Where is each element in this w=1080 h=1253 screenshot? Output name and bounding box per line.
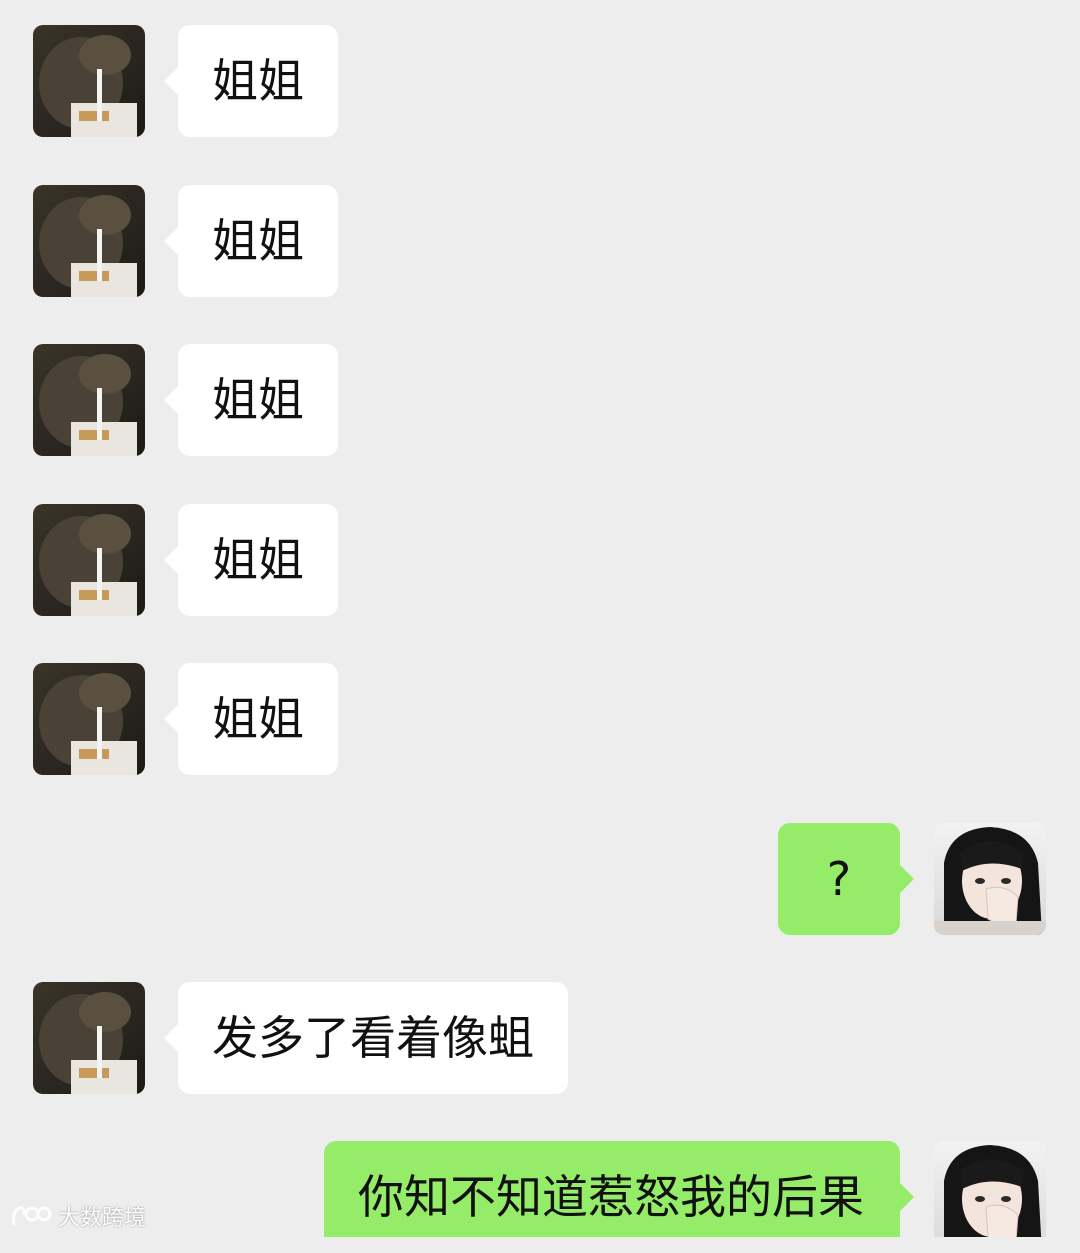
message-bubble[interactable]: 姐姐 xyxy=(164,663,338,775)
chat-view: 姐姐 姐姐 姐姐 姐姐 姐姐 ? 发多了看着像蛆 你知不知道惹怒我的后果 大数跨… xyxy=(0,0,1080,1237)
message-bubble[interactable]: 发多了看着像蛆 xyxy=(164,982,568,1094)
contact-avatar[interactable] xyxy=(33,344,145,456)
contact-avatar[interactable] xyxy=(33,185,145,297)
message-bubble[interactable]: 姐姐 xyxy=(164,185,338,297)
message-bubble[interactable]: 姐姐 xyxy=(164,504,338,616)
message-text: 姐姐 xyxy=(212,692,304,746)
my-avatar[interactable] xyxy=(934,823,1046,935)
message-text: 发多了看着像蛆 xyxy=(212,1011,534,1065)
message-bubble[interactable]: 姐姐 xyxy=(164,25,338,137)
watermark-text: 大数跨境 xyxy=(58,1206,147,1231)
my-avatar[interactable] xyxy=(934,1141,1046,1237)
message-row: 姐姐 xyxy=(0,0,1080,150)
contact-avatar[interactable] xyxy=(33,25,145,137)
watermark: 大数跨境 xyxy=(10,1200,146,1232)
watermark-logo-icon xyxy=(12,1206,52,1226)
message-bubble[interactable]: ? xyxy=(778,823,914,935)
contact-avatar[interactable] xyxy=(33,663,145,775)
message-text: 你知不知道惹怒我的后果 xyxy=(358,1170,864,1224)
message-text: ? xyxy=(826,852,852,906)
contact-avatar[interactable] xyxy=(33,982,145,1094)
contact-avatar[interactable] xyxy=(33,504,145,616)
message-bubble[interactable]: 姐姐 xyxy=(164,344,338,456)
message-bubble[interactable]: 你知不知道惹怒我的后果 xyxy=(324,1141,914,1237)
message-row: 你知不知道惹怒我的后果 xyxy=(0,0,1080,1237)
message-text: 姐姐 xyxy=(212,54,304,108)
message-text: 姐姐 xyxy=(212,373,304,427)
message-text: 姐姐 xyxy=(212,214,304,268)
message-text: 姐姐 xyxy=(212,533,304,587)
